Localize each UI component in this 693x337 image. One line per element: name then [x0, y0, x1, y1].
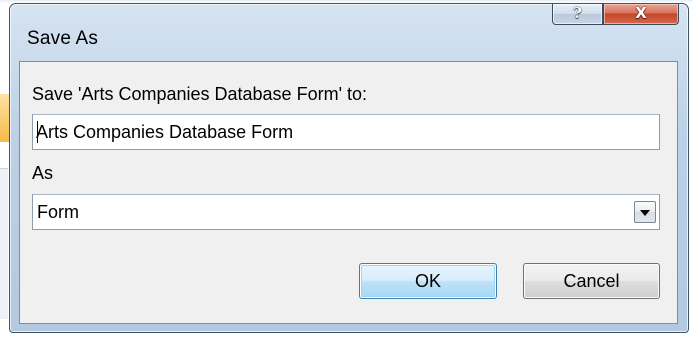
save-as-dialog: Save As ? X Save 'Arts Companies Databas…	[9, 3, 689, 333]
as-label: As	[32, 163, 54, 183]
question-mark-icon: ?	[573, 4, 582, 22]
title-bar[interactable]: Save As ? X	[10, 4, 688, 60]
text-caret	[37, 121, 38, 143]
dialog-content: Save 'Arts Companies Database Form' to: …	[19, 61, 678, 324]
ok-button-label: OK	[414, 270, 441, 291]
chevron-down-icon	[640, 210, 650, 216]
save-to-label: Save 'Arts Companies Database Form' to:	[32, 84, 368, 104]
dropdown-arrow-button[interactable]	[634, 201, 656, 223]
dialog-title: Save As	[27, 28, 99, 49]
form-name-input[interactable]	[32, 114, 660, 150]
close-button[interactable]: X	[603, 4, 679, 25]
ok-button[interactable]: OK	[359, 263, 497, 299]
help-button[interactable]: ?	[552, 4, 603, 25]
close-icon: X	[635, 4, 647, 22]
as-type-value: Form	[37, 202, 79, 222]
cancel-button[interactable]: Cancel	[523, 263, 660, 299]
cancel-button-label: Cancel	[563, 270, 620, 291]
background-panel-edge	[0, 168, 8, 319]
as-type-dropdown[interactable]: Form	[32, 194, 660, 230]
